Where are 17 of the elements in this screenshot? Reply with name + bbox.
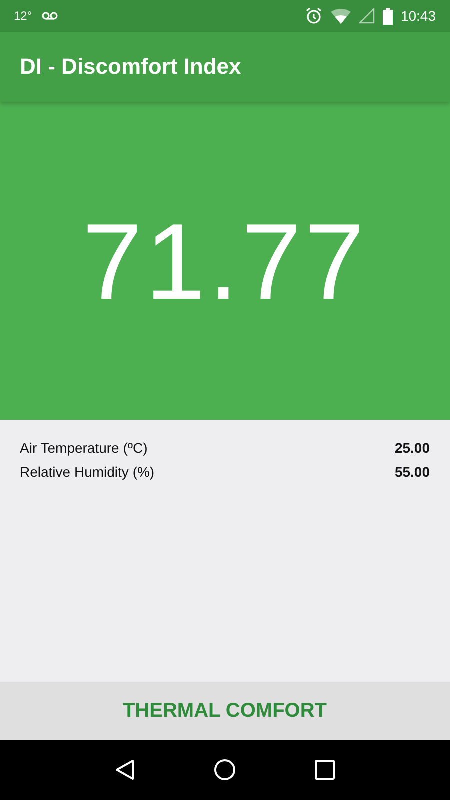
battery-icon (382, 8, 393, 24)
signal-icon (358, 8, 375, 24)
weather-temperature: 12° (14, 9, 32, 23)
comfort-label: THERMAL COMFORT (122, 700, 328, 722)
reading-label: Air Temperature (ºC) (20, 440, 148, 456)
index-value: 71.77 (82, 200, 368, 324)
clock-time: 10:43 (400, 8, 436, 24)
voicemail-icon (42, 12, 58, 20)
back-icon[interactable] (114, 759, 135, 781)
recents-icon[interactable] (315, 760, 336, 780)
alarm-clock-icon (304, 7, 323, 25)
home-icon[interactable] (214, 759, 236, 781)
reading-value: 55.00 (394, 464, 430, 480)
reading-value: 25.00 (394, 440, 430, 456)
app-title: DI - Discomfort Index (20, 54, 242, 80)
reading-label: Relative Humidity (%) (20, 464, 155, 480)
wifi-icon (330, 8, 351, 24)
